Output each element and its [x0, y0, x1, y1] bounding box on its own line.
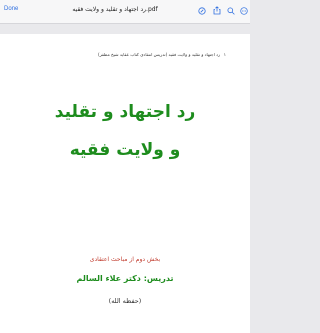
honorific: (حفظه الله): [108, 297, 142, 305]
teacher-line: تدریس: دکتر علاء السالم: [76, 274, 174, 283]
search-icon[interactable]: [226, 6, 235, 15]
toolbar: Done رد اجتهاد و تقلید و ولایت فقیه.pdf: [0, 0, 250, 24]
more-icon[interactable]: [239, 6, 248, 15]
subtitle: بخش دوم از مباحث اعتقادی: [89, 256, 161, 263]
share-icon[interactable]: [212, 6, 221, 15]
page-header: رد اجتهاد و تقلید و ولایت فقیه (تدریس ان…: [97, 52, 220, 57]
main-title-line-2: و ولایت فقیه: [69, 140, 181, 160]
document-title: رد اجتهاد و تقلید و ولایت فقیه.pdf: [72, 6, 158, 13]
done-button[interactable]: Done: [4, 6, 18, 12]
markup-icon[interactable]: [197, 6, 206, 15]
pdf-page[interactable]: ۱ رد اجتهاد و تقلید و ولایت فقیه (تدریس …: [0, 34, 250, 333]
page-number: ۱: [223, 52, 226, 57]
main-title-line-1: رد اجتهاد و تقلید: [54, 102, 196, 122]
